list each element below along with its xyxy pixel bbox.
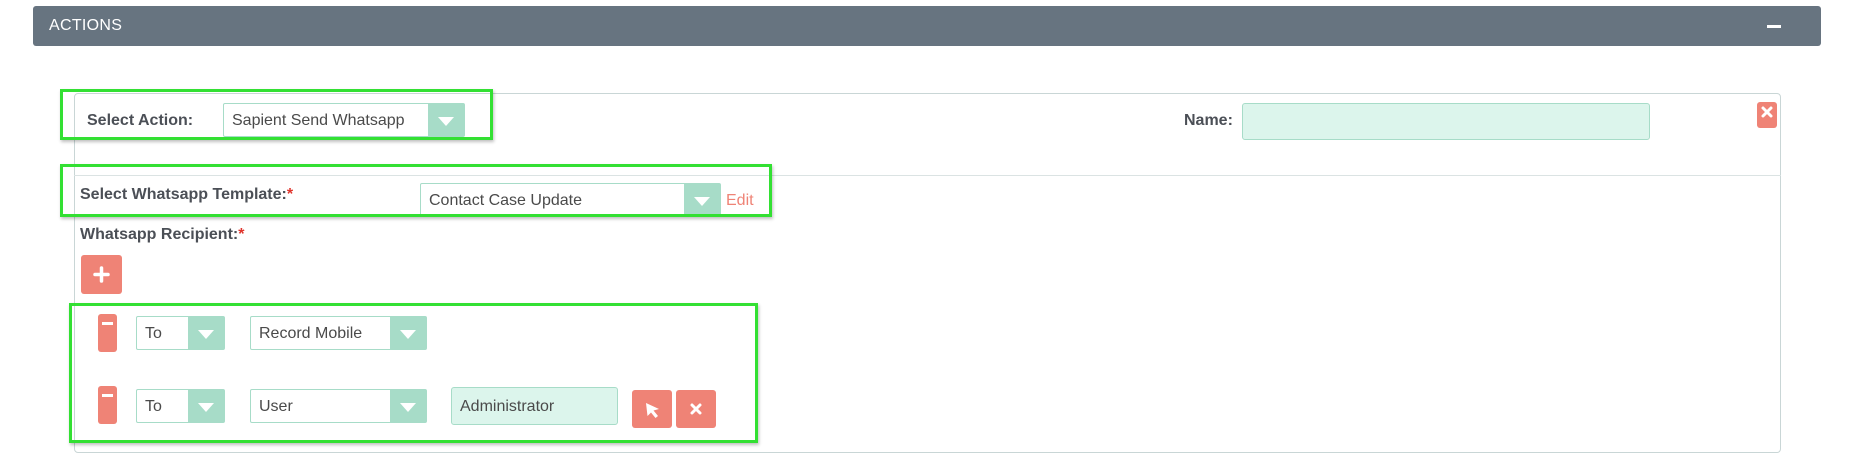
highlight-box [60,164,772,217]
name-label: Name: [1184,112,1233,129]
actions-panel-header[interactable]: ACTIONS [33,6,1821,46]
highlight-box [69,303,758,443]
name-input[interactable] [1242,103,1650,140]
required-mark: * [238,226,245,243]
panel-title: ACTIONS [49,17,123,34]
plus-icon [93,266,110,283]
recipient-label: Whatsapp Recipient:* [80,226,244,244]
remove-action-button[interactable] [1757,102,1777,128]
highlight-box [60,89,493,140]
recipient-label-text: Whatsapp Recipient: [80,226,239,243]
add-recipient-button[interactable] [81,255,122,294]
close-icon [1761,106,1773,118]
minus-icon[interactable] [1767,25,1781,28]
